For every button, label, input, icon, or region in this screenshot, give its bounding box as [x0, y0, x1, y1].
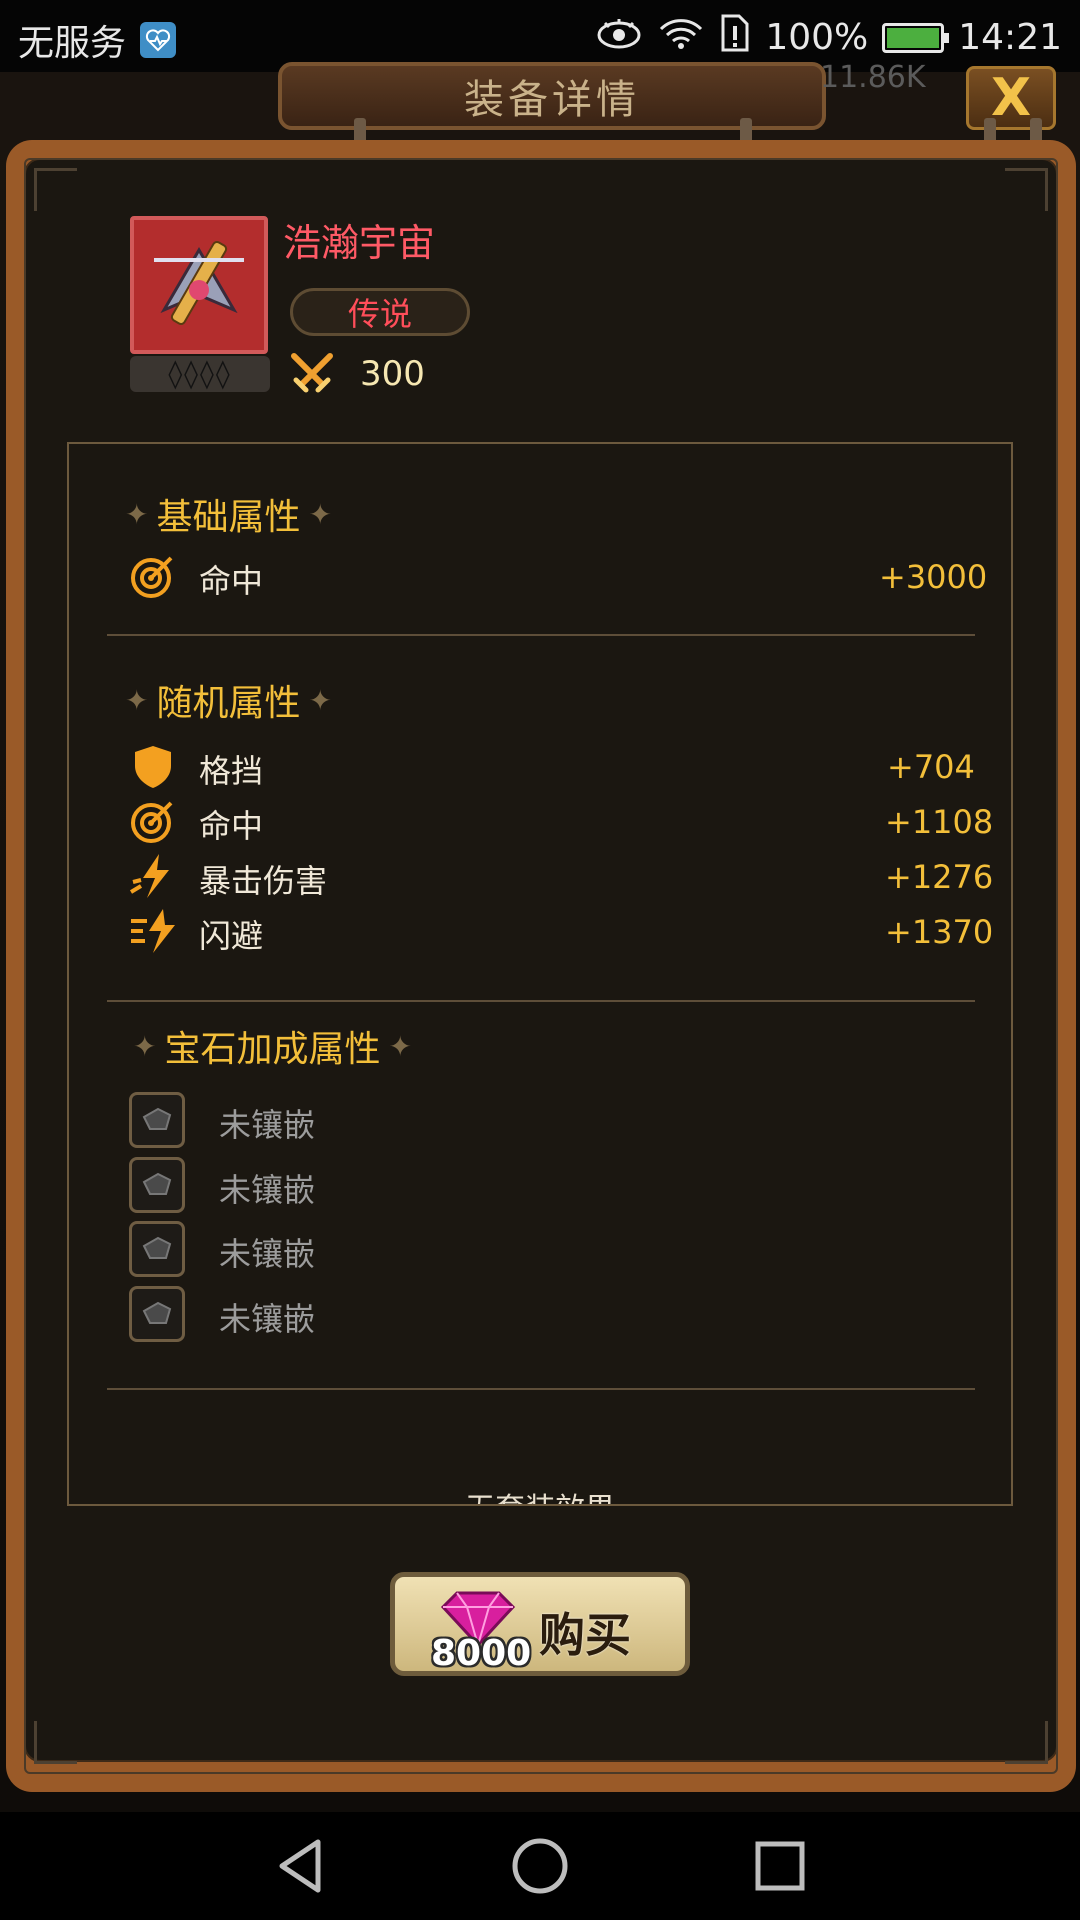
- empty-gem-socket-icon: [129, 1157, 185, 1213]
- gem-socket-label: 未镶嵌: [219, 1235, 316, 1273]
- buy-button[interactable]: 8000 购买: [390, 1572, 690, 1676]
- section-title-basic: ✦ 基础属性 ✦: [125, 497, 332, 538]
- gem-socket-row[interactable]: 未镶嵌: [129, 1286, 729, 1344]
- carrier-label: 无服务: [18, 23, 127, 64]
- attribute-name: 格挡: [199, 752, 264, 790]
- home-icon[interactable]: [510, 1836, 570, 1896]
- gem-socket-row[interactable]: 未镶嵌: [129, 1157, 729, 1215]
- empty-gem-socket-icon: [129, 1092, 185, 1148]
- attribute-row: 命中 +1108: [129, 797, 993, 847]
- navigation-bar: [0, 1812, 1080, 1920]
- battery-percent: 100%: [765, 17, 869, 58]
- section-title-gem: ✦ 宝石加成属性 ✦: [133, 1029, 412, 1070]
- rarity-badge: 传说: [290, 288, 470, 336]
- attribute-name: 命中: [199, 807, 264, 845]
- attribute-name: 闪避: [199, 917, 264, 955]
- attribute-value: +704: [887, 748, 975, 786]
- wifi-icon: [657, 15, 705, 60]
- attribute-row: 命中 +3000: [129, 552, 987, 602]
- dialog-title: 装备详情: [464, 77, 640, 123]
- crit-icon: [129, 852, 177, 900]
- health-app-icon: [140, 22, 177, 58]
- gem-socket-row[interactable]: 未镶嵌: [129, 1092, 729, 1150]
- sparkle-icon: ✦: [388, 1029, 412, 1063]
- attribute-row: 闪避 +1370: [129, 907, 993, 957]
- attribute-value: +3000: [879, 558, 988, 596]
- target-icon: [129, 797, 177, 845]
- gem-socket-label: 未镶嵌: [219, 1106, 316, 1144]
- buy-label: 购买: [539, 1608, 631, 1662]
- power-value: 300: [360, 354, 425, 394]
- gem-socket-label: 未镶嵌: [219, 1171, 316, 1209]
- divider: [107, 1388, 975, 1390]
- divider: [107, 1000, 975, 1002]
- gem-socket-row[interactable]: 未镶嵌: [129, 1221, 729, 1279]
- set-effect-text: 无套装效果: [69, 1484, 1011, 1504]
- section-title-random: ✦ 随机属性 ✦: [125, 683, 332, 724]
- sparkle-icon: ✦: [308, 683, 332, 717]
- empty-gem-socket-icon: [129, 1286, 185, 1342]
- clock: 14:21: [958, 17, 1062, 58]
- attribute-value: +1108: [885, 803, 994, 841]
- background-value: 11.86K: [820, 60, 926, 95]
- crossed-swords-icon: [288, 350, 336, 398]
- close-button[interactable]: X: [966, 66, 1056, 130]
- attribute-row: 格挡 +704: [129, 742, 975, 792]
- equipment-icon: [130, 216, 268, 354]
- corner-ornament: [34, 168, 77, 211]
- corner-ornament: [34, 1721, 77, 1764]
- back-icon[interactable]: [270, 1836, 330, 1896]
- target-icon: [129, 552, 177, 600]
- rarity-label: 传说: [347, 295, 412, 333]
- sparkle-icon: ✦: [125, 497, 149, 531]
- sim-alert-icon: [719, 14, 751, 61]
- attribute-value: +1370: [885, 913, 994, 951]
- battery-icon: [882, 22, 950, 53]
- sparkle-icon: ✦: [133, 1029, 157, 1063]
- sparkle-icon: ✦: [308, 497, 332, 531]
- sparkle-icon: ✦: [125, 683, 149, 717]
- recents-icon[interactable]: [750, 1836, 810, 1896]
- attribute-value: +1276: [885, 858, 994, 896]
- attribute-row: 暴击伤害 +1276: [129, 852, 993, 902]
- buy-price: 8000: [431, 1633, 532, 1674]
- dodge-icon: [129, 907, 177, 955]
- attribute-box: ✦ 基础属性 ✦ 命中 +3000 ✦ 随机属性 ✦ 格挡 +704 命中 +1…: [67, 442, 1013, 1506]
- shield-icon: [129, 742, 177, 790]
- attribute-name: 命中: [199, 562, 264, 600]
- gem-socket-label: 未镶嵌: [219, 1300, 316, 1338]
- attribute-name: 暴击伤害: [199, 862, 328, 900]
- empty-gem-socket-icon: [129, 1221, 185, 1277]
- eye-comfort-icon: [595, 15, 643, 60]
- corner-ornament: [1005, 1721, 1048, 1764]
- item-name: 浩瀚宇宙: [283, 221, 436, 265]
- corner-ornament: [1005, 168, 1048, 211]
- divider: [107, 634, 975, 636]
- gem-slot-indicator: ◊◊◊◊: [130, 356, 270, 392]
- close-icon: X: [990, 68, 1032, 128]
